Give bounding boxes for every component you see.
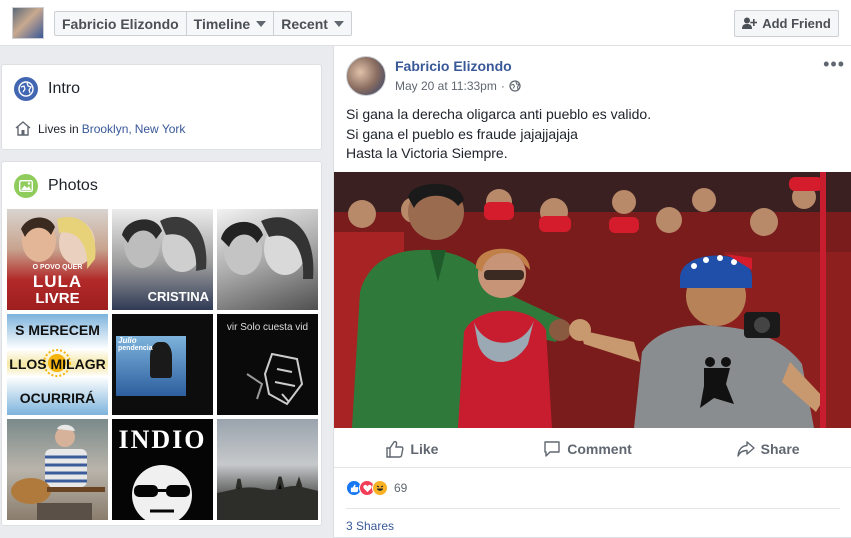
photos-title: Photos (48, 177, 98, 194)
post-meta: May 20 at 11:33pm · (395, 79, 521, 93)
timeline-label: Timeline (193, 15, 251, 32)
globe-small-icon[interactable] (509, 80, 521, 92)
lives-in-row: Lives in Brooklyn, New York (15, 121, 185, 136)
share-label: Share (760, 440, 800, 457)
like-button[interactable]: Like (386, 440, 438, 458)
post-actions: Like Comment Share (334, 430, 851, 468)
home-icon (15, 121, 31, 136)
photo-tile-8[interactable]: INDIO (112, 419, 213, 520)
photo-2-line1: CRISTINA (147, 289, 209, 304)
photo-tile-7[interactable] (7, 419, 108, 520)
chevron-down-icon (333, 20, 344, 27)
photo-grid: O POVO QUER LULA LIVRE CRISTINA S MERECE… (7, 209, 319, 520)
shares-link[interactable]: 3 Shares (346, 519, 394, 533)
comment-button[interactable]: Comment (543, 440, 632, 458)
profile-thumbnail[interactable] (12, 7, 44, 39)
recent-label: Recent (281, 15, 328, 32)
add-friend-label: Add Friend (762, 16, 831, 31)
photo-4-line2: LLOS MILAGR (9, 356, 106, 372)
tab-timeline[interactable]: Timeline (187, 12, 275, 35)
comment-label: Comment (567, 440, 632, 457)
photo-tile-9[interactable] (217, 419, 318, 520)
city-link[interactable]: Brooklyn (82, 122, 129, 136)
photo-7-guitarist (11, 424, 105, 520)
photo-1-line1: O POVO QUER (32, 264, 83, 271)
photo-tile-3[interactable] (217, 209, 318, 310)
like-label: Like (410, 440, 439, 457)
profile-nav: Fabricio Elizondo Timeline Recent (54, 11, 352, 36)
post-text: Si gana la derecha oligarca anti pueblo … (346, 105, 651, 164)
post-line-3: Hasta la Victoria Siempre. (346, 145, 508, 161)
share-arrow-icon (736, 440, 755, 457)
photo-4-line1: S MERECEM (15, 322, 100, 338)
photo-1-line3: LIVRE (35, 290, 80, 307)
top-bar: Fabricio Elizondo Timeline Recent Add Fr… (0, 0, 851, 46)
author-avatar[interactable] (346, 56, 386, 96)
profile-name-label: Fabricio Elizondo (62, 15, 179, 32)
intro-card: Intro Lives in Brooklyn, New York (1, 64, 322, 150)
photo-3-faces (221, 217, 314, 279)
photo-tile-2[interactable]: CRISTINA (112, 209, 213, 310)
share-button[interactable]: Share (736, 440, 800, 458)
photos-card: Photos O POVO QUER LULA LIVRE CRISTINA S… (1, 161, 322, 526)
post-line-1: Si gana la derecha oligarca anti pueblo … (346, 106, 652, 122)
location-separator: , (128, 121, 132, 136)
photo-6-drawing (246, 352, 304, 406)
lives-prefix: Lives in (38, 121, 79, 136)
photo-tile-4[interactable]: S MERECEM LLOS MILAGR OCURRIRÁ (7, 314, 108, 415)
state-link[interactable]: New York (135, 122, 186, 136)
photo-tile-5[interactable]: Julio pendencia (112, 314, 213, 415)
post-author-link[interactable]: Fabricio Elizondo (395, 58, 512, 74)
photo-tile-1[interactable]: O POVO QUER LULA LIVRE (7, 209, 108, 310)
reactions-summary[interactable]: 69 (346, 480, 407, 496)
chevron-down-icon (256, 20, 267, 27)
photo-9-landscape (217, 476, 318, 520)
tab-recent[interactable]: Recent (274, 12, 351, 35)
photo-5-line2: pendencia (118, 345, 153, 352)
person-plus-icon (742, 17, 758, 29)
intro-title: Intro (48, 80, 81, 97)
thumbs-up-icon (386, 440, 404, 458)
post-photo-scene (334, 172, 851, 428)
photo-5-line1: Julio (118, 336, 137, 345)
photo-1-line2: LULA (32, 272, 83, 291)
meta-separator: · (500, 79, 505, 93)
more-options-icon[interactable]: ••• (823, 54, 845, 75)
photo-8-face (132, 465, 192, 520)
photo-icon (14, 174, 38, 198)
post-line-2: Si gana el pueblo es fraude jajajjajaja (346, 125, 578, 142)
photo-tile-6[interactable]: vir Solo cuesta vid (217, 314, 318, 415)
comment-icon (544, 440, 560, 457)
globe-icon (14, 77, 38, 101)
add-friend-button[interactable]: Add Friend (734, 10, 839, 37)
tab-profile-name[interactable]: Fabricio Elizondo (55, 12, 187, 35)
post-timestamp[interactable]: May 20 at 11:33pm (395, 79, 497, 93)
divider (346, 508, 840, 509)
reaction-count: 69 (394, 481, 408, 495)
haha-reaction-icon (372, 480, 388, 496)
post-photo[interactable] (334, 172, 851, 428)
post-card: Fabricio Elizondo May 20 at 11:33pm · ••… (333, 46, 851, 538)
photo-4-line3: OCURRIRÁ (19, 390, 96, 406)
